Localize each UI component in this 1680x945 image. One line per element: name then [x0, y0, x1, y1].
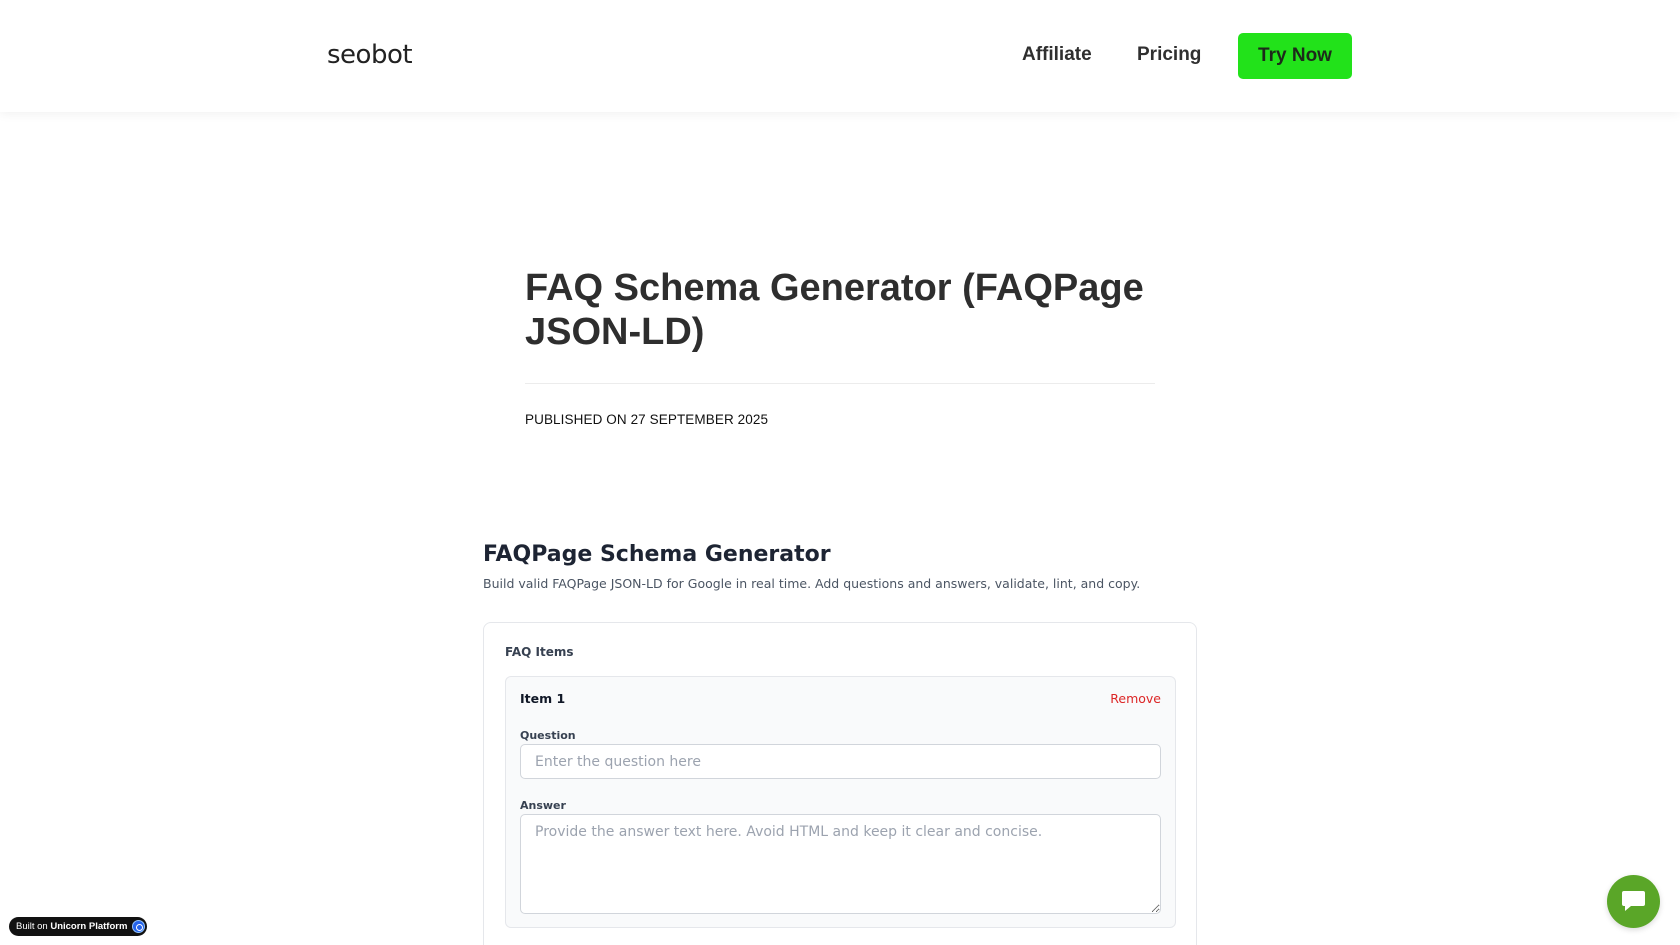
chat-widget-button[interactable]: [1607, 875, 1660, 928]
faq-item: Item 1 Remove Question Answer: [505, 676, 1176, 928]
generator-title: FAQPage Schema Generator: [483, 542, 831, 567]
answer-label: Answer: [520, 799, 566, 812]
unicorn-platform-icon: [132, 920, 146, 933]
answer-textarea[interactable]: [520, 814, 1161, 914]
page-title: FAQ Schema Generator (FAQPage JSON-LD): [525, 267, 1144, 353]
generator-subtitle: Build valid FAQPage JSON-LD for Google i…: [483, 576, 1141, 591]
try-now-button[interactable]: Try Now: [1238, 33, 1352, 79]
faq-items-card: FAQ Items Item 1 Remove Question Answer: [483, 622, 1197, 945]
title-divider: [525, 383, 1155, 384]
built-on-badge[interactable]: Built on Unicorn Platform: [9, 917, 148, 936]
question-label: Question: [520, 729, 576, 742]
seobot-logo[interactable]: seobot: [327, 40, 413, 70]
built-on-prefix: Built on: [16, 921, 48, 932]
chat-bubble-icon: [1622, 891, 1645, 911]
nav-affiliate-link[interactable]: Affiliate: [1022, 44, 1092, 66]
remove-item-button[interactable]: Remove: [1110, 691, 1161, 706]
nav-pricing-link[interactable]: Pricing: [1137, 44, 1201, 66]
built-on-brand: Unicorn Platform: [50, 921, 128, 932]
faq-items-heading: FAQ Items: [505, 645, 574, 659]
faq-item-title: Item 1: [520, 691, 566, 706]
published-date: PUBLISHED ON 27 SEPTEMBER 2025: [525, 412, 769, 427]
site-header: seobot Affiliate Pricing Try Now: [0, 0, 1680, 112]
question-input[interactable]: [520, 744, 1161, 779]
